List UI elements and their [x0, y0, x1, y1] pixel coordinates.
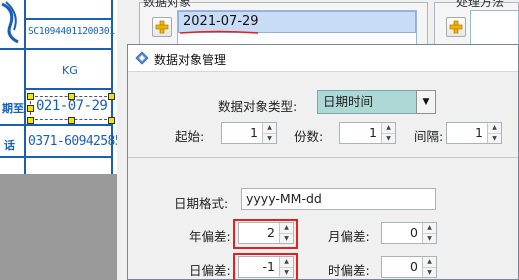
month-offset-value: 0 — [410, 225, 418, 240]
spin-down-icon[interactable]: ▼ — [263, 133, 276, 143]
type-label: 数据对象类型: — [218, 99, 298, 114]
add-object-button[interactable] — [152, 17, 172, 37]
year-offset-spin[interactable]: ▲ ▼ — [279, 223, 293, 243]
resize-handle[interactable] — [108, 117, 115, 124]
date-object-text[interactable]: 021-07-29 — [36, 98, 108, 114]
company-code-text[interactable]: SC10944011200301 — [28, 26, 115, 37]
hour-offset-stepper[interactable]: 0 ▲ ▼ — [381, 256, 437, 278]
count-label: 份数: — [294, 129, 324, 144]
plus-icon — [449, 20, 463, 34]
data-object-dialog: 数据对象管理 数据对象类型: 日期时间 ▼ 起始: 1 ▲ ▼ 份数: 1 ▲ ▼ … — [127, 44, 519, 280]
unit-text[interactable]: KG — [62, 64, 78, 77]
month-offset-stepper[interactable]: 0 ▲ ▼ — [381, 222, 437, 244]
format-input[interactable]: yyyy-MM-dd — [241, 188, 436, 210]
canvas-gray-area — [0, 174, 119, 280]
company-logo — [1, 1, 19, 44]
count-stepper[interactable]: 1 ▲ ▼ — [339, 122, 396, 144]
resize-handle[interactable] — [27, 117, 34, 124]
spin-down-icon[interactable]: ▼ — [382, 133, 395, 143]
grid-line — [24, 0, 26, 174]
red-underline-annotation — [179, 30, 259, 34]
hour-offset-value: 0 — [410, 259, 418, 274]
spin-down-icon[interactable]: ▼ — [423, 267, 436, 277]
grid-line — [0, 48, 113, 50]
add-process-button[interactable] — [446, 17, 466, 37]
grid-line — [0, 124, 113, 126]
day-offset-value: -1 — [262, 259, 275, 274]
chevron-down-icon[interactable]: ▼ — [416, 90, 436, 114]
spin-down-icon[interactable]: ▼ — [423, 233, 436, 243]
hour-offset-label: 时偏差: — [328, 263, 370, 278]
start-spin[interactable]: ▲ ▼ — [262, 123, 276, 143]
dialog-title: 数据对象管理 — [154, 53, 227, 67]
grid-line — [24, 88, 113, 90]
interval-value: 1 — [475, 125, 483, 140]
hour-offset-spin[interactable]: ▲ ▼ — [422, 257, 436, 277]
count-spin[interactable]: ▲ ▼ — [381, 123, 395, 143]
spin-down-icon[interactable]: ▼ — [280, 267, 293, 277]
start-value: 1 — [250, 125, 258, 140]
day-offset-stepper[interactable]: -1 ▲ ▼ — [238, 256, 294, 278]
resize-handle[interactable] — [108, 93, 115, 100]
year-offset-label: 年偏差: — [189, 229, 231, 244]
date-row-label: 期至 — [2, 102, 24, 115]
day-offset-spin[interactable]: ▲ ▼ — [279, 257, 293, 277]
year-offset-value: 2 — [267, 225, 275, 240]
plus-icon — [155, 20, 169, 34]
spin-up-icon[interactable]: ▲ — [263, 123, 276, 133]
dialog-titlebar[interactable]: 数据对象管理 — [128, 45, 518, 72]
spin-up-icon[interactable]: ▲ — [423, 257, 436, 267]
phone-row-label: 话 — [4, 139, 15, 152]
spin-up-icon[interactable]: ▲ — [280, 223, 293, 233]
month-offset-label: 月偏差: — [328, 229, 370, 244]
dialog-app-icon — [135, 51, 149, 65]
month-offset-spin[interactable]: ▲ ▼ — [422, 223, 436, 243]
spin-down-icon[interactable]: ▼ — [280, 233, 293, 243]
resize-handle[interactable] — [27, 93, 34, 100]
format-label: 日期格式: — [174, 196, 229, 211]
spin-up-icon[interactable]: ▲ — [488, 123, 501, 133]
interval-spin[interactable]: ▲ ▼ — [487, 123, 501, 143]
type-select[interactable]: 日期时间 ▼ — [317, 90, 436, 114]
phone-object-text[interactable]: 0371-60942585 — [28, 134, 123, 149]
interval-label: 间隔: — [414, 129, 444, 144]
resize-handle[interactable] — [68, 117, 75, 124]
spin-down-icon[interactable]: ▼ — [488, 133, 501, 143]
grid-line — [24, 18, 113, 20]
start-stepper[interactable]: 1 ▲ ▼ — [221, 122, 277, 144]
spin-up-icon[interactable]: ▲ — [382, 123, 395, 133]
section-divider — [128, 157, 518, 158]
start-label: 起始: — [175, 129, 205, 144]
day-offset-label: 日偏差: — [189, 263, 231, 278]
process-panel-title: 处理方法 — [456, 0, 505, 9]
resize-handle[interactable] — [68, 93, 75, 100]
data-object-panel-title: 数据对象 — [143, 0, 192, 9]
count-value: 1 — [369, 125, 377, 140]
year-offset-stepper[interactable]: 2 ▲ ▼ — [238, 222, 294, 244]
spin-up-icon[interactable]: ▲ — [423, 223, 436, 233]
resize-handle[interactable] — [27, 105, 34, 112]
spin-up-icon[interactable]: ▲ — [280, 257, 293, 267]
grid-line — [0, 156, 113, 158]
type-select-value: 日期时间 — [323, 94, 374, 109]
interval-stepper[interactable]: 1 ▲ ▼ — [446, 122, 502, 144]
